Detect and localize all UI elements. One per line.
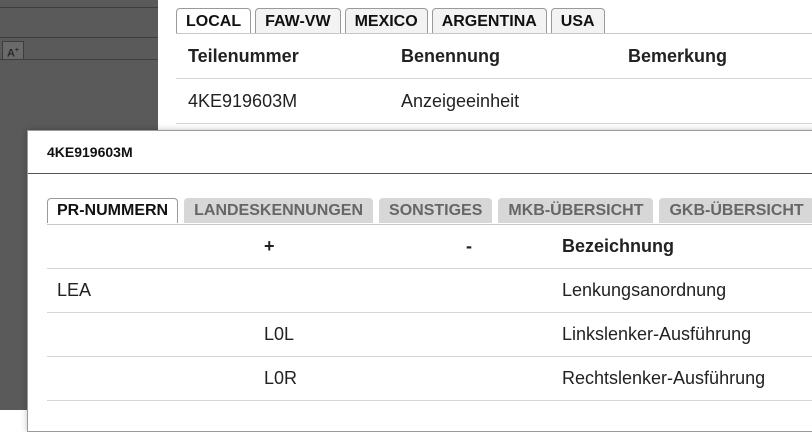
tab-mexico[interactable]: MEXICO [344,8,428,34]
parts-table: Teilenummer Benennung Bemerkung 4KE91960… [176,34,812,124]
table-row[interactable]: L0L Linkslenker-Ausführung [47,313,812,357]
part-number-cell: 4KE919603M [188,91,298,111]
table-header-row: Teilenummer Benennung Bemerkung [176,34,812,79]
table-header-row: + - Bezeichnung [47,225,812,269]
tab-local[interactable]: LOCAL [176,8,252,34]
tab-landeskennungen[interactable]: LANDESKENNUNGEN [184,198,374,223]
tab-pr-nummern[interactable]: PR-NUMMERN [47,198,179,223]
column-header-teilenummer[interactable]: Teilenummer [188,34,299,78]
dialog-tabs: PR-NUMMERN LANDESKENNUNGEN SONSTIGES MKB… [47,198,812,223]
column-header-plus[interactable]: + [264,225,275,268]
tab-argentina[interactable]: ARGENTINA [431,8,547,34]
tab-mkb-uebersicht[interactable]: MKB-ÜBERSICHT [498,198,654,223]
pr-plus-cell: L0R [264,368,298,388]
sidebar-divider [0,7,158,8]
column-header-bezeichnung[interactable]: Bezeichnung [562,225,674,268]
font-size-increase-button[interactable]: A+ [2,41,24,60]
market-tabs: LOCAL FAW-VW MEXICO ARGENTINA USA [176,8,609,34]
table-row[interactable]: LEA Lenkungsanordnung [47,269,812,313]
pr-description-cell: Rechtslenker-Ausführung [562,368,766,388]
pr-description-cell: Linkslenker-Ausführung [562,324,752,344]
pr-description-cell: Lenkungsanordnung [562,280,727,300]
font-size-plus: + [14,47,20,54]
table-row[interactable]: L0R Rechtslenker-Ausführung [47,357,812,401]
dialog-title: 4KE919603M [47,144,133,160]
pr-numbers-table: + - Bezeichnung LEA Lenkungsanordnung L0… [47,225,812,401]
sidebar-divider [0,37,158,38]
dialog-titlebar[interactable]: 4KE919603M [28,131,812,174]
table-row[interactable]: 4KE919603M Anzeigeeinheit [176,79,812,124]
tab-gkb-uebersicht[interactable]: GKB-ÜBERSICHT [659,198,812,223]
pr-plus-cell: L0L [264,324,295,344]
column-header-bemerkung[interactable]: Bemerkung [628,34,727,78]
designation-cell: Anzeigeeinheit [401,91,520,111]
tab-faw-vw[interactable]: FAW-VW [255,8,341,34]
tab-sonstiges[interactable]: SONSTIGES [379,198,493,223]
font-size-letter: A [6,47,15,60]
tab-usa[interactable]: USA [550,8,605,34]
column-header-minus[interactable]: - [466,225,472,268]
part-info-dialog: 4KE919603M PR-NUMMERN LANDESKENNUNGEN SO… [27,130,812,432]
pr-family-cell: LEA [57,280,92,300]
column-header-benennung[interactable]: Benennung [401,34,500,78]
